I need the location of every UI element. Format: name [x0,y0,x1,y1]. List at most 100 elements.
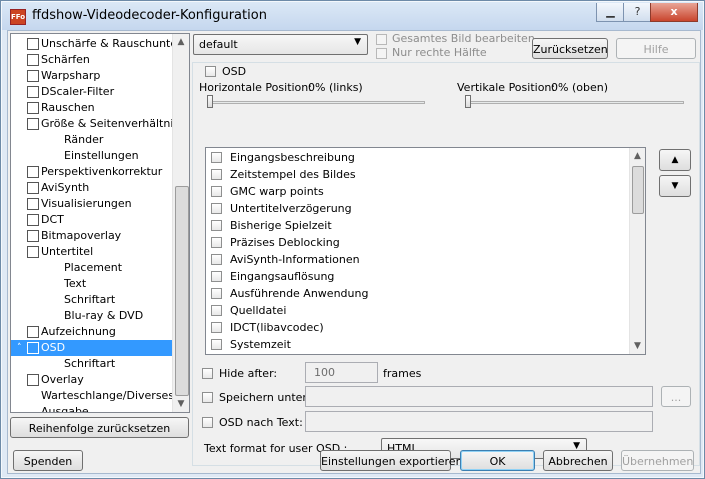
whole-image-checkbox[interactable] [376,34,387,45]
tree-item[interactable]: Ränder [11,132,171,148]
browse-button[interactable]: ... [661,386,691,407]
tree-item-checkbox[interactable] [27,342,39,354]
tree-item[interactable]: Blu-ray & DVD [11,308,171,324]
tree-item[interactable]: Einstellungen [11,148,171,164]
tree-item-checkbox[interactable] [27,198,39,210]
vertical-position-slider[interactable] [465,95,471,108]
list-item[interactable]: GMC warp points [206,183,628,200]
list-item[interactable]: Untertitelverzögerung [206,200,628,217]
list-item-checkbox[interactable] [211,254,222,265]
tree-item[interactable]: Schriftart [11,292,171,308]
list-item-checkbox[interactable] [211,237,222,248]
list-item-checkbox[interactable] [211,288,222,299]
tree-item-checkbox[interactable] [27,70,39,82]
tree-item-checkbox[interactable] [27,118,39,130]
list-item[interactable]: AviSynth-Informationen [206,251,628,268]
scroll-up-icon[interactable]: ▲ [630,148,645,164]
tree-item-checkbox[interactable] [27,166,39,178]
title-bar[interactable]: FFo ffdshow-Videodecoder-Konfiguration ▁… [2,2,703,30]
preset-select[interactable]: default ▼ [193,34,368,55]
tree-item[interactable]: Rauschen [11,100,171,116]
list-item-checkbox[interactable] [211,339,222,350]
tree-item[interactable]: Größe & Seitenverhältnis [11,116,179,132]
osd-items-list[interactable]: Eingangsbeschreibung Zeitstempel des Bild… [205,147,646,355]
list-item[interactable]: Eingangsbeschreibung [206,149,628,166]
list-item-checkbox[interactable] [211,152,222,163]
list-item[interactable]: IDCT(libavcodec) [206,319,628,336]
tree-item-checkbox[interactable] [27,230,39,242]
tree-item-checkbox[interactable] [27,86,39,98]
tree-item[interactable]: Warpsharp [11,68,171,84]
tree-item-checkbox[interactable] [27,326,39,338]
minimize-icon[interactable]: ▁ [596,3,625,22]
tree-item[interactable]: Placement [11,260,171,276]
save-under-checkbox[interactable] [202,392,213,403]
save-under-input[interactable] [305,386,653,407]
list-item-checkbox[interactable] [211,271,222,282]
close-icon[interactable]: x [650,3,698,22]
tree-item[interactable]: ˄ OSD [11,340,172,356]
tree-item[interactable]: Unschärfe & Rauschunterdrü [11,36,189,52]
list-item-checkbox[interactable] [211,322,222,333]
scroll-down-icon[interactable]: ▼ [173,396,189,412]
tree-item[interactable]: DScaler-Filter [11,84,171,100]
osd-to-text-checkbox[interactable] [202,417,213,428]
tree-item[interactable]: Schriftart [11,356,171,372]
list-item-checkbox[interactable] [211,186,222,197]
move-up-button[interactable]: ▲ [659,149,691,171]
list-item-checkbox[interactable] [211,220,222,231]
scrollbar-thumb[interactable] [632,166,644,214]
tree-item[interactable]: Aufzeichnung [11,324,171,340]
scroll-up-icon[interactable]: ▲ [173,34,189,50]
export-settings-button[interactable]: Einstellungen exportieren [320,450,463,471]
list-item[interactable]: Präzises Deblocking [206,234,628,251]
tree-item[interactable]: Visualisierungen [11,196,171,212]
list-item-checkbox[interactable] [211,169,222,180]
hide-after-input[interactable]: 100 [305,362,378,383]
tree-item-checkbox[interactable] [27,54,39,66]
filter-tree[interactable]: Unschärfe & Rauschunterdrü Schärfen Warpsh… [10,33,190,413]
apply-button[interactable]: Übernehmen [621,450,694,471]
tree-item[interactable]: AviSynth [11,180,171,196]
tree-item[interactable]: Overlay [11,372,171,388]
tree-item-checkbox[interactable] [27,214,39,226]
ok-button[interactable]: OK [460,450,535,471]
list-item[interactable]: Eingangsauflösung [206,268,628,285]
tree-item-checkbox[interactable] [27,246,39,258]
list-item[interactable]: Bisherige Spielzeit [206,217,628,234]
tree-item-checkbox[interactable] [27,374,39,386]
right-half-checkbox[interactable] [376,48,387,59]
list-item[interactable]: Systemzeit [206,336,628,353]
tree-item[interactable]: Untertitel [11,244,171,260]
donate-button[interactable]: Spenden [13,450,83,471]
cancel-button[interactable]: Abbrechen [543,450,613,471]
reset-button[interactable]: Zurücksetzen [532,38,608,59]
list-item-checkbox[interactable] [211,203,222,214]
horizontal-position-slider[interactable] [207,95,213,108]
tree-item-checkbox[interactable] [27,38,39,50]
move-down-button[interactable]: ▼ [659,175,691,197]
osd-list-scrollbar[interactable]: ▲ ▼ [629,148,645,354]
help-icon[interactable]: ? [623,3,652,22]
scrollbar-thumb[interactable] [175,186,189,396]
tree-scrollbar[interactable]: ▲ ▼ [172,34,189,412]
osd-enable-checkbox[interactable] [205,66,216,77]
reset-order-button[interactable]: Reihenfolge zurücksetzen [10,417,189,438]
tree-item[interactable]: Perspektivenkorrektur [11,164,171,180]
help-button[interactable]: Hilfe [616,38,696,59]
osd-to-text-input[interactable] [305,411,653,432]
tree-item[interactable]: Warteschlange/Diverses [11,388,174,404]
tree-item[interactable]: DCT [11,212,171,228]
list-item[interactable]: Quelldatei [206,302,628,319]
hide-after-checkbox[interactable] [202,368,213,379]
tree-item-checkbox[interactable] [27,182,39,194]
list-item[interactable]: Zeitstempel des Bildes [206,166,628,183]
tree-item-checkbox[interactable] [27,102,39,114]
list-item[interactable]: Ausführende Anwendung [206,285,628,302]
list-item-checkbox[interactable] [211,305,222,316]
tree-item[interactable]: Text [11,276,171,292]
scroll-down-icon[interactable]: ▼ [630,338,645,354]
tree-item[interactable]: Ausgabe [11,404,171,412]
tree-item[interactable]: Schärfen [11,52,171,68]
tree-item[interactable]: Bitmapoverlay [11,228,171,244]
